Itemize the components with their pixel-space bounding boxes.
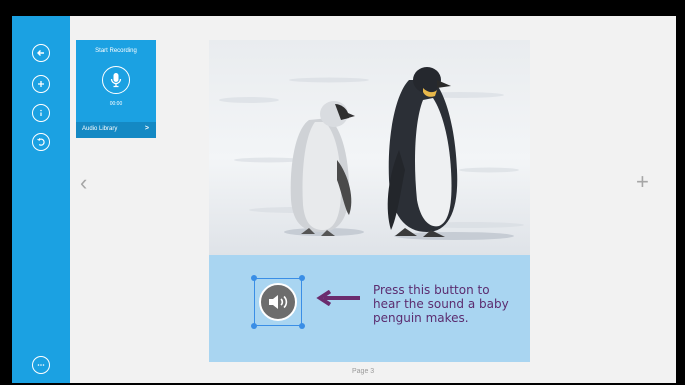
microphone-icon (110, 73, 122, 88)
audio-library-button[interactable]: Audio Library > (76, 122, 156, 138)
recording-time: 00:00 (109, 101, 123, 107)
audio-library-label: Audio Library (82, 126, 118, 132)
caption-text: Press this button to hear the sound a ba… (373, 283, 513, 325)
caption-line: Press this button to (373, 283, 490, 297)
add-page-button[interactable]: + (636, 171, 649, 193)
caption-line: penguin makes. (373, 311, 469, 325)
sound-button[interactable] (251, 275, 305, 329)
record-button[interactable] (102, 66, 130, 94)
info-icon (40, 109, 42, 116)
back-button[interactable] (32, 44, 50, 62)
recording-panel: Start Recording 00:00 Audio Library > (76, 40, 156, 138)
undo-button[interactable] (32, 133, 50, 151)
back-icon (37, 50, 44, 56)
speaker-circle (259, 283, 297, 321)
more-button[interactable] (32, 356, 50, 374)
resize-handle[interactable] (251, 323, 257, 329)
info-button[interactable] (32, 104, 50, 122)
speaker-icon (269, 295, 288, 309)
book-page: Press this button to hear the sound a ba… (209, 40, 530, 362)
add-button[interactable] (32, 75, 50, 93)
resize-handle[interactable] (299, 275, 305, 281)
resize-handle[interactable] (299, 323, 305, 329)
recording-title: Start Recording (95, 48, 137, 54)
arrow-left-icon (316, 290, 360, 306)
app-screen: Start Recording 00:00 Audio Library > ‹ … (12, 16, 676, 383)
previous-page-button[interactable]: ‹ (80, 172, 87, 194)
undo-icon (37, 138, 45, 146)
device-frame: Start Recording 00:00 Audio Library > ‹ … (0, 0, 685, 385)
more-icon (37, 364, 45, 366)
add-icon (38, 81, 44, 87)
sidebar (12, 16, 70, 383)
chevron-right-icon: > (144, 125, 149, 132)
penguin-photo (209, 40, 530, 255)
page-number: Page 3 (352, 368, 375, 375)
caption-area: Press this button to hear the sound a ba… (209, 255, 530, 362)
caption-line: hear the sound a baby (373, 297, 509, 311)
resize-handle[interactable] (251, 275, 257, 281)
